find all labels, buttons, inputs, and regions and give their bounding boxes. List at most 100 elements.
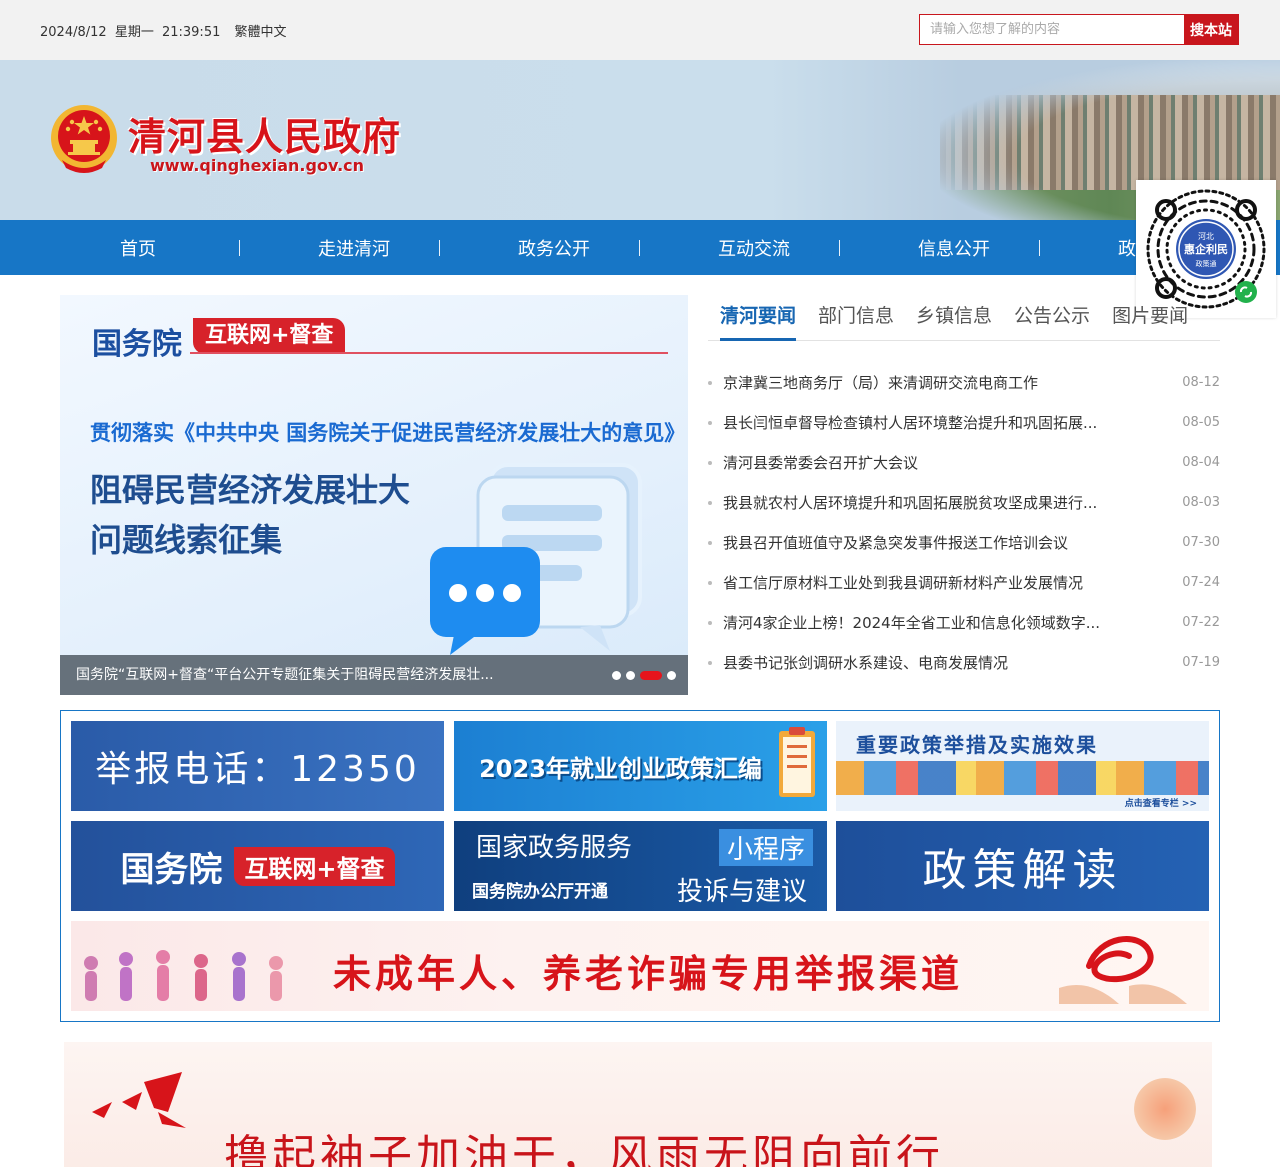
nav-item-about-qinghe[interactable]: 走进清河 xyxy=(240,220,440,275)
chat-bubble-icon xyxy=(430,463,642,655)
search-button[interactable]: 搜本站 xyxy=(1184,15,1238,44)
search-input[interactable] xyxy=(920,15,1184,44)
policy-effect-text: 重要政策举措及实施效果 xyxy=(856,733,1098,757)
tab-department-info[interactable]: 部门信息 xyxy=(818,295,894,341)
qr-line2: 惠企利民 xyxy=(1184,242,1228,256)
slide-line2: 问题线索征集 xyxy=(90,521,283,559)
news-panel: 清河要闻 部门信息 乡镇信息 公告公示 图片要闻 京津冀三地商务厅（局）来清调研… xyxy=(708,295,1220,695)
gov-supervision-badge: 互联网+督查 xyxy=(234,846,395,886)
news-item[interactable]: 县委书记张剑调研水系建设、电商发展情况 07-19 xyxy=(708,643,1220,683)
site-header: 清河县人民政府 www.qinghexian.gov.cn xyxy=(0,60,1280,220)
employment-policy-banner[interactable]: 2023年就业创业政策汇编 xyxy=(454,721,827,811)
slide-subtitle: 贯彻落实《中共中央 国务院关于促进民营经济发展壮大的意见》 xyxy=(90,421,686,445)
news-date: 08-05 xyxy=(1182,415,1220,430)
policy-illustration xyxy=(836,761,1209,795)
news-item[interactable]: 京津冀三地商务厅（局）来清调研交流电商工作 08-12 xyxy=(708,363,1220,403)
slide-caption[interactable]: 国务院“互联网+督查“平台公开专题征集关于阻碍民营经济发展壮... xyxy=(60,655,688,695)
site-title: 清河县人民政府 xyxy=(128,115,402,159)
nav-item-information-disclosure[interactable]: 信息公开 xyxy=(840,220,1040,275)
top-bar: 2024/8/12 星期一 21:39:51 繁體中文 搜本站 xyxy=(0,0,1280,60)
slide-dot[interactable] xyxy=(626,671,635,680)
national-emblem-icon xyxy=(51,105,117,173)
slogan-text: 撸起袖子加油干，风雨无阻向前行 xyxy=(224,1131,944,1167)
complaint-label: 投诉与建议 xyxy=(676,877,807,907)
slide-dot[interactable] xyxy=(667,671,676,680)
news-date: 07-24 xyxy=(1182,575,1220,590)
news-item[interactable]: 我县就农村人居环境提升和巩固拓展脱贫攻坚成果进行... 08-03 xyxy=(708,483,1220,523)
news-item[interactable]: 县长闫恒卓督导检查镇村人居环境整治提升和巩固拓展... 08-05 xyxy=(708,403,1220,443)
news-title[interactable]: 省工信厅原材料工业处到我县调研新材料产业发展情况 xyxy=(723,563,1083,603)
gov-supervision-heading: 国务院 xyxy=(120,849,223,890)
gov-service-subtitle: 国务院办公厅开通 xyxy=(472,882,608,902)
news-item[interactable]: 我县召开值班值守及紧急突发事件报送工作培训会议 07-30 xyxy=(708,523,1220,563)
birds-icon xyxy=(92,1072,186,1128)
slide-divider xyxy=(190,352,668,354)
policy-interpretation-banner[interactable]: 政策解读 xyxy=(836,821,1209,911)
news-title[interactable]: 县长闫恒卓督导检查镇村人居环境整治提升和巩固拓展... xyxy=(723,403,1097,443)
policy-effect-banner[interactable]: 重要政策举措及实施效果 点击查看专栏 >> xyxy=(836,721,1209,811)
slide-badge: 互联网+督查 xyxy=(193,318,346,354)
site-url: www.qinghexian.gov.cn xyxy=(150,156,365,175)
slide-main-text: 阻碍民营经济发展壮大 问题线索征集 xyxy=(90,465,410,565)
fraud-report-text: 未成年人、养老诈骗专用举报渠道 xyxy=(333,952,964,996)
news-tabs: 清河要闻 部门信息 乡镇信息 公告公示 图片要闻 xyxy=(708,295,1220,341)
nav-label: 首页 xyxy=(120,238,156,260)
employment-policy-text: 2023年就业创业政策汇编 xyxy=(479,754,762,783)
current-weekday: 星期一 xyxy=(114,25,154,40)
current-date: 2024/8/12 xyxy=(40,25,107,40)
report-phone-banner[interactable]: 举报电话：12350 xyxy=(71,721,444,811)
news-item[interactable]: 清河县委常委会召开扩大会议 08-04 xyxy=(708,443,1220,483)
tab-township-info[interactable]: 乡镇信息 xyxy=(916,295,992,341)
tab-qinghe-news[interactable]: 清河要闻 xyxy=(720,295,797,341)
slide-dot-active[interactable] xyxy=(640,671,662,680)
news-date: 08-12 xyxy=(1182,375,1220,390)
nav-label: 走进清河 xyxy=(318,238,390,260)
tab-announcements[interactable]: 公告公示 xyxy=(1014,295,1090,341)
gov-supervision-banner[interactable]: 国务院 互联网+督查 xyxy=(71,821,444,911)
slide-pagination xyxy=(612,671,676,680)
tab-photo-news[interactable]: 图片要闻 xyxy=(1112,295,1188,341)
news-date: 07-30 xyxy=(1182,535,1220,550)
report-phone-text: 举报电话：12350 xyxy=(95,749,420,790)
news-title[interactable]: 我县就农村人居环境提升和巩固拓展脱贫攻坚成果进行... xyxy=(723,483,1097,523)
slide-dot[interactable] xyxy=(612,671,621,680)
hands-ribbon-icon xyxy=(1059,936,1187,1004)
nav-item-government-affairs[interactable]: 政务公开 xyxy=(440,220,640,275)
policy-interpretation-text: 政策解读 xyxy=(922,845,1123,896)
current-time: 21:39:51 xyxy=(161,25,221,40)
qr-line1: 河北 xyxy=(1198,231,1214,241)
news-date: 08-04 xyxy=(1182,455,1220,470)
policy-effect-sub: 点击查看专栏 >> xyxy=(1124,799,1197,809)
sun-decoration xyxy=(1134,1078,1196,1140)
nav-label: 互动交流 xyxy=(718,238,790,260)
news-item[interactable]: 省工信厅原材料工业处到我县调研新材料产业发展情况 07-24 xyxy=(708,563,1220,603)
news-date: 07-22 xyxy=(1182,615,1220,630)
nav-item-home[interactable]: 首页 xyxy=(0,220,240,275)
search-box: 搜本站 xyxy=(919,14,1239,45)
featured-slideshow[interactable]: 国务院 互联网+督查 贯彻落实《中共中央 国务院关于促进民营经济发展壮大的意见》… xyxy=(60,295,688,695)
datetime: 2024/8/12 星期一 21:39:51 繁體中文 xyxy=(40,21,291,40)
news-title[interactable]: 县委书记张剑调研水系建设、电商发展情况 xyxy=(723,643,1008,683)
miniprogram-label: 小程序 xyxy=(718,829,813,866)
main-nav: 首页 走进清河 政务公开 互动交流 信息公开 政务 xyxy=(0,220,1280,275)
gov-service-title: 国家政务服务 xyxy=(476,833,633,863)
qr-line3: 政策通 xyxy=(1196,259,1217,268)
news-date: 07-19 xyxy=(1182,655,1220,670)
fraud-report-banner[interactable]: 未成年人、养老诈骗专用举报渠道 xyxy=(71,921,1209,1011)
slide-heading: 国务院 xyxy=(92,327,182,362)
children-silhouette-icon xyxy=(84,950,283,1001)
news-item[interactable]: 清河4家企业上榜！2024年全省工业和信息化领域数字... 07-22 xyxy=(708,603,1220,643)
slide-line1: 阻碍民营经济发展壮大 xyxy=(90,471,411,509)
news-title[interactable]: 清河4家企业上榜！2024年全省工业和信息化领域数字... xyxy=(723,603,1100,643)
news-title[interactable]: 京津冀三地商务厅（局）来清调研交流电商工作 xyxy=(723,363,1038,403)
slogan-banner: 撸起袖子加油干，风雨无阻向前行 xyxy=(64,1042,1212,1167)
news-list: 京津冀三地商务厅（局）来清调研交流电商工作 08-12 县长闫恒卓督导检查镇村人居… xyxy=(708,363,1220,683)
nav-item-interaction[interactable]: 互动交流 xyxy=(640,220,840,275)
nav-label: 政务公开 xyxy=(518,238,590,260)
traditional-chinese-link[interactable]: 繁體中文 xyxy=(235,25,287,40)
news-title[interactable]: 清河县委常委会召开扩大会议 xyxy=(723,443,918,483)
news-title[interactable]: 我县召开值班值守及紧急突发事件报送工作培训会议 xyxy=(723,523,1068,563)
gov-service-miniprogram-banner[interactable]: 国家政务服务 国务院办公厅开通 小程序 投诉与建议 xyxy=(454,821,827,911)
nav-label: 信息公开 xyxy=(918,238,990,260)
feature-banners: 举报电话：12350 2023年就业创业政策汇编 重要政策举措及实施效果 点击查… xyxy=(60,710,1220,1022)
